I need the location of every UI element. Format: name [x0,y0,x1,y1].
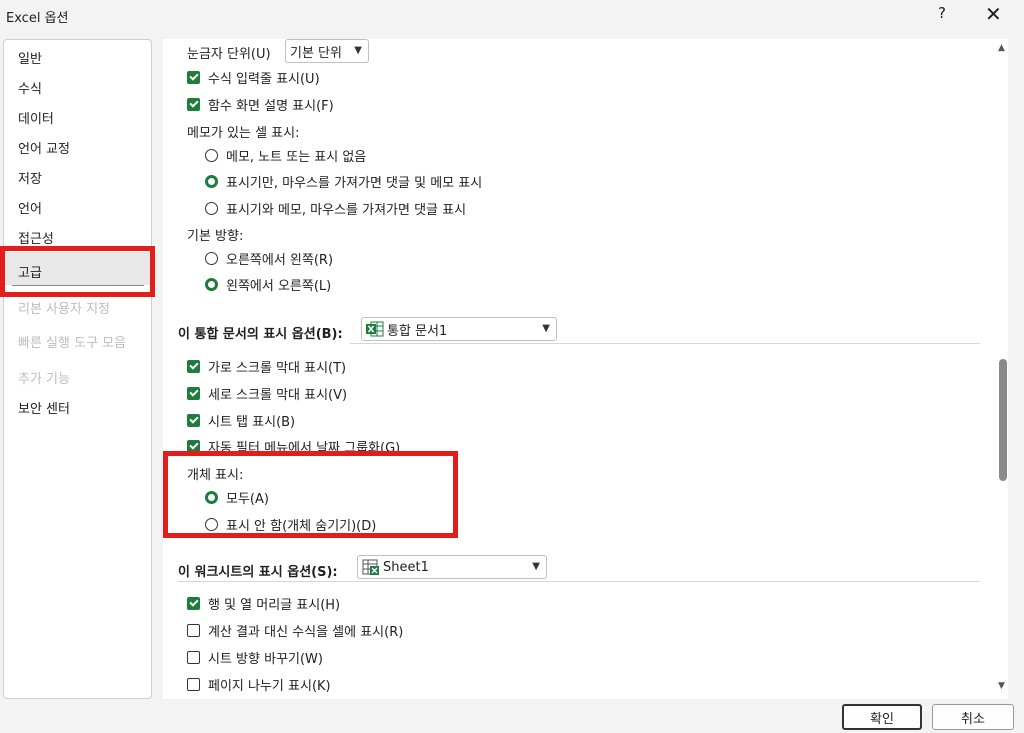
chevron-down-icon: ▼ [354,45,362,56]
show-function-tooltips-option[interactable]: 함수 화면 설명 표시(F) [187,95,334,114]
comments-option-indicators-and-notes-label: 표시기와 메모, 마우스를 가져가면 댓글 표시 [226,203,467,218]
radio-selected[interactable] [205,278,218,291]
page-breaks-option[interactable]: 페이지 나누기 표시(K) [187,675,331,694]
scroll-down-arrow-icon[interactable]: ▼ [998,681,1005,691]
checkbox-checked[interactable] [187,414,200,427]
worksheet-select[interactable]: Sheet1 ▼ [357,555,547,579]
horizontal-scrollbar-option[interactable]: 가로 스크롤 막대 표시(T) [187,357,346,376]
checkbox-unchecked[interactable] [187,624,200,637]
excel-workbook-icon [366,321,384,337]
sidebar-item-general[interactable]: 일반 [18,48,42,67]
direction-option-ltr[interactable]: 왼쪽에서 오른쪽(L) [205,275,331,294]
sidebar-item-accessibility[interactable]: 접근성 [18,228,54,247]
close-icon[interactable]: ✕ [985,2,1002,26]
sidebar-item-add-ins[interactable]: 추가 기능 [18,368,70,387]
sidebar-item-formulas[interactable]: 수식 [18,78,42,97]
ruler-units-select[interactable]: 기본 단위 ▼ [285,39,369,63]
checkbox-checked[interactable] [187,387,200,400]
page-breaks-label: 페이지 나누기 표시(K) [208,679,331,694]
show-function-tooltips-label: 함수 화면 설명 표시(F) [208,99,334,114]
options-content: 눈금자 단위(U) 기본 단위 ▼ 수식 입력줄 표시(U) 함수 화면 설명 … [163,39,1008,699]
workbook-section-heading: 이 통합 문서의 표시 옵션(B): [178,327,343,342]
section-divider [350,343,980,344]
show-formula-bar-label: 수식 입력줄 표시(U) [208,72,320,87]
annotation-highlight-advanced [0,246,155,297]
vertical-scrollbar-label: 세로 스크롤 막대 표시(V) [208,388,348,403]
workbook-select-value: 통합 문서1 [387,323,448,339]
checkbox-unchecked[interactable] [187,678,200,691]
row-column-headers-option[interactable]: 행 및 열 머리글 표시(H) [187,594,340,613]
title-bar: Excel 옵션 ? ✕ [0,0,1024,30]
row-column-headers-label: 행 및 열 머리글 표시(H) [208,598,341,613]
comments-option-none-label: 메모, 노트 또는 표시 없음 [226,150,367,165]
checkbox-unchecked[interactable] [187,651,200,664]
sheet-right-to-left-option[interactable]: 시트 방향 바꾸기(W) [187,648,323,667]
worksheet-select-value: Sheet1 [383,559,429,575]
category-sidebar: 일반 수식 데이터 언어 교정 저장 언어 접근성 고급 리본 사용자 지정 빠… [3,39,152,699]
radio-unselected[interactable] [205,202,218,215]
checkbox-checked[interactable] [187,98,200,111]
sidebar-item-save[interactable]: 저장 [18,168,42,187]
comments-option-none[interactable]: 메모, 노트 또는 표시 없음 [205,146,366,165]
direction-option-ltr-label: 왼쪽에서 오른쪽(L) [226,279,332,294]
scroll-up-arrow-icon[interactable]: ▲ [998,43,1005,53]
scroll-thumb[interactable] [999,359,1007,481]
sheet-tabs-label: 시트 탭 표시(B) [208,415,296,430]
section-divider [178,581,980,582]
workbook-select[interactable]: 통합 문서1 ▼ [361,317,557,341]
excel-sheet-icon [362,559,380,575]
sheet-right-to-left-label: 시트 방향 바꾸기(W) [208,652,323,667]
sidebar-item-data[interactable]: 데이터 [18,108,54,127]
radio-unselected[interactable] [205,252,218,265]
sidebar-item-language[interactable]: 언어 [18,198,42,217]
worksheet-section-heading: 이 워크시트의 표시 옵션(S): [178,565,338,580]
chevron-down-icon: ▼ [532,561,540,572]
show-formulas-label: 계산 결과 대신 수식을 셀에 표시(R) [208,625,404,640]
ok-button[interactable]: 확인 [842,704,922,730]
comments-heading: 메모가 있는 셀 표시: [187,126,300,141]
cancel-button[interactable]: 취소 [932,704,1014,730]
comments-option-indicators-only[interactable]: 표시기만, 마우스를 가져가면 댓글 및 메모 표시 [205,172,482,191]
ruler-units-label: 눈금자 단위(U) [187,47,271,62]
direction-option-rtl-label: 오른쪽에서 왼쪽(R) [226,253,334,268]
sheet-tabs-option[interactable]: 시트 탭 표시(B) [187,411,295,430]
direction-option-rtl[interactable]: 오른쪽에서 왼쪽(R) [205,249,333,268]
show-formulas-option[interactable]: 계산 결과 대신 수식을 셀에 표시(R) [187,621,403,640]
vertical-scrollbar-option[interactable]: 세로 스크롤 막대 표시(V) [187,384,347,403]
comments-option-indicators-only-label: 표시기만, 마우스를 가져가면 댓글 및 메모 표시 [226,176,483,191]
help-icon[interactable]: ? [938,4,946,22]
checkbox-checked[interactable] [187,71,200,84]
radio-selected[interactable] [205,175,218,188]
radio-unselected[interactable] [205,149,218,162]
show-formula-bar-option[interactable]: 수식 입력줄 표시(U) [187,68,320,87]
sidebar-item-trust-center[interactable]: 보안 센터 [18,398,70,417]
ruler-units-value: 기본 단위 [290,45,342,61]
checkbox-checked[interactable] [187,360,200,373]
sidebar-item-quick-access-toolbar[interactable]: 빠른 실행 도구 모음 [18,332,126,351]
sidebar-item-proofing[interactable]: 언어 교정 [18,138,70,157]
comments-option-indicators-and-notes[interactable]: 표시기와 메모, 마우스를 가져가면 댓글 표시 [205,199,466,218]
annotation-highlight-objects [163,451,458,538]
vertical-scrollbar[interactable]: ▲ ▼ [995,39,1011,699]
chevron-down-icon: ▼ [542,323,550,334]
checkbox-checked[interactable] [187,597,200,610]
sidebar-item-customize-ribbon[interactable]: 리본 사용자 지정 [18,298,110,317]
horizontal-scrollbar-label: 가로 스크롤 막대 표시(T) [208,361,347,376]
direction-heading: 기본 방향: [187,229,244,244]
window-title: Excel 옵션 [6,11,69,26]
